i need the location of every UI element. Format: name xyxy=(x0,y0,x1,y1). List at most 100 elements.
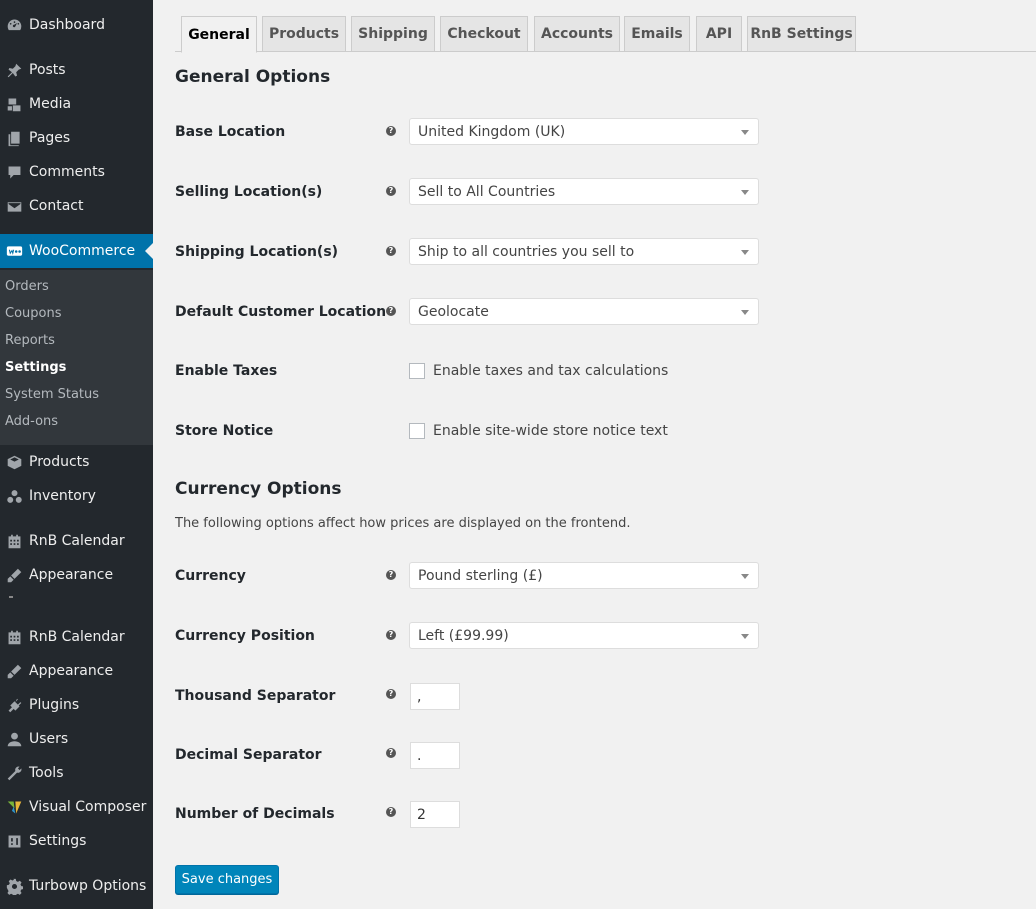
menu-item-products[interactable]: Products xyxy=(0,445,153,479)
tab-api[interactable]: API xyxy=(696,16,742,52)
save-changes-button[interactable]: Save changes xyxy=(175,865,279,894)
dropdown-arrow-icon xyxy=(741,250,749,255)
menu-label: Appearance xyxy=(29,663,114,679)
submenu-item-add-ons[interactable]: Add-ons xyxy=(5,414,58,429)
woocommerce-submenu: Orders Coupons Reports Settings System S… xyxy=(0,270,153,445)
menu-item-appearance[interactable]: Appearance xyxy=(0,558,153,592)
selling-locations-select[interactable]: Sell to All Countries xyxy=(409,178,759,205)
vc-icon xyxy=(0,799,29,816)
general-options-title: General Options xyxy=(175,67,331,87)
number-of-decimals-label: Number of Decimals xyxy=(175,806,335,822)
enable-taxes-checkbox[interactable] xyxy=(409,363,425,379)
menu-item-turbowp-options[interactable]: Turbowp Options xyxy=(0,869,153,903)
tab-rnb-settings[interactable]: RnB Settings xyxy=(747,16,856,52)
menu-item-media[interactable]: Media xyxy=(0,87,153,121)
dropdown-arrow-icon xyxy=(741,190,749,195)
thousand-separator-label: Thousand Separator xyxy=(175,688,336,704)
menu-label: Inventory xyxy=(29,488,96,504)
help-icon[interactable]: ? xyxy=(386,186,396,196)
menu-item-visual-composer[interactable]: Visual Composer xyxy=(0,790,153,824)
tab-accounts[interactable]: Accounts xyxy=(534,16,620,52)
menu-separator xyxy=(9,596,13,598)
settings-tabs: General Products Shipping Checkout Accou… xyxy=(175,0,1036,53)
store-notice-checkbox-label[interactable]: Enable site-wide store notice text xyxy=(433,423,668,439)
tab-emails[interactable]: Emails xyxy=(624,16,690,52)
menu-label: Settings xyxy=(29,833,87,849)
tab-general[interactable]: General xyxy=(181,16,257,53)
dashboard-icon xyxy=(0,17,29,34)
menu-item-settings[interactable]: Settings xyxy=(0,824,153,858)
select-value: Pound sterling (£) xyxy=(418,567,543,584)
store-notice-row: Enable site-wide store notice text xyxy=(409,423,668,439)
store-notice-label: Store Notice xyxy=(175,423,274,439)
box-icon xyxy=(0,454,29,471)
submenu-item-settings[interactable]: Settings xyxy=(5,360,66,375)
select-value: Ship to all countries you sell to xyxy=(418,243,635,260)
submenu-item-system-status[interactable]: System Status xyxy=(5,387,99,402)
menu-item-pages[interactable]: Pages xyxy=(0,121,153,155)
menu-label: Posts xyxy=(29,62,66,78)
enable-taxes-checkbox-label[interactable]: Enable taxes and tax calculations xyxy=(433,363,668,379)
submenu-item-orders[interactable]: Orders xyxy=(5,279,49,294)
base-location-select[interactable]: United Kingdom (UK) xyxy=(409,118,759,145)
dropdown-arrow-icon xyxy=(741,130,749,135)
enable-taxes-label: Enable Taxes xyxy=(175,363,278,379)
brush-icon xyxy=(0,663,29,680)
select-value: United Kingdom (UK) xyxy=(418,123,566,140)
tab-products[interactable]: Products xyxy=(262,16,346,52)
currency-position-select[interactable]: Left (£99.99) xyxy=(409,622,759,649)
gear-icon xyxy=(0,878,29,895)
menu-label: Turbowp Options xyxy=(29,878,147,894)
help-icon[interactable]: ? xyxy=(386,807,396,817)
menu-item-tools[interactable]: Tools xyxy=(0,756,153,790)
select-value: Sell to All Countries xyxy=(418,183,556,200)
menu-label: Users xyxy=(29,731,69,747)
currency-select[interactable]: Pound sterling (£) xyxy=(409,562,759,589)
help-icon[interactable]: ? xyxy=(386,630,396,640)
default-customer-location-label: Default Customer Location xyxy=(175,304,387,320)
help-icon[interactable]: ? xyxy=(386,306,396,316)
menu-item-rnb-calendar[interactable]: RnB Calendar xyxy=(0,524,153,558)
help-icon[interactable]: ? xyxy=(386,689,396,699)
menu-item-plugins[interactable]: Plugins xyxy=(0,688,153,722)
dropdown-arrow-icon xyxy=(741,634,749,639)
active-arrow xyxy=(145,243,153,259)
menu-item-rnb-calendar-2[interactable]: RnB Calendar xyxy=(0,620,153,654)
thousand-separator-input[interactable]: , xyxy=(410,683,460,710)
default-customer-location-select[interactable]: Geolocate xyxy=(409,298,759,325)
tab-shipping[interactable]: Shipping xyxy=(351,16,435,52)
shipping-locations-label: Shipping Location(s) xyxy=(175,244,339,260)
decimal-separator-input[interactable]: . xyxy=(410,742,460,769)
menu-item-inventory[interactable]: Inventory xyxy=(0,479,153,513)
settings-icon xyxy=(0,833,29,850)
menu-item-woocommerce[interactable]: WooCommerce xyxy=(0,234,153,268)
calendar-icon xyxy=(0,629,29,646)
brush-icon xyxy=(0,567,29,584)
menu-item-comments[interactable]: Comments xyxy=(0,155,153,189)
submenu-item-coupons[interactable]: Coupons xyxy=(5,306,62,321)
menu-label: Products xyxy=(29,454,90,470)
store-notice-checkbox[interactable] xyxy=(409,423,425,439)
menu-item-appearance-2[interactable]: Appearance xyxy=(0,654,153,688)
help-icon[interactable]: ? xyxy=(386,246,396,256)
help-icon[interactable]: ? xyxy=(386,570,396,580)
currency-options-title: Currency Options xyxy=(175,479,342,499)
media-icon xyxy=(0,96,29,113)
pages-icon xyxy=(0,130,29,147)
woo-icon xyxy=(0,243,29,260)
menu-item-contact[interactable]: Contact xyxy=(0,189,153,223)
menu-item-posts[interactable]: Posts xyxy=(0,53,153,87)
currency-position-label: Currency Position xyxy=(175,628,315,644)
mail-icon xyxy=(0,198,29,215)
shipping-locations-select[interactable]: Ship to all countries you sell to xyxy=(409,238,759,265)
menu-item-users[interactable]: Users xyxy=(0,722,153,756)
help-icon[interactable]: ? xyxy=(386,748,396,758)
help-icon[interactable]: ? xyxy=(386,126,396,136)
menu-item-dashboard[interactable]: Dashboard xyxy=(0,8,153,42)
calendar-icon xyxy=(0,533,29,550)
enable-taxes-row: Enable taxes and tax calculations xyxy=(409,363,668,379)
plug-icon xyxy=(0,697,29,714)
tab-checkout[interactable]: Checkout xyxy=(440,16,528,52)
number-of-decimals-input[interactable]: 2 xyxy=(410,801,460,828)
submenu-item-reports[interactable]: Reports xyxy=(5,333,55,348)
